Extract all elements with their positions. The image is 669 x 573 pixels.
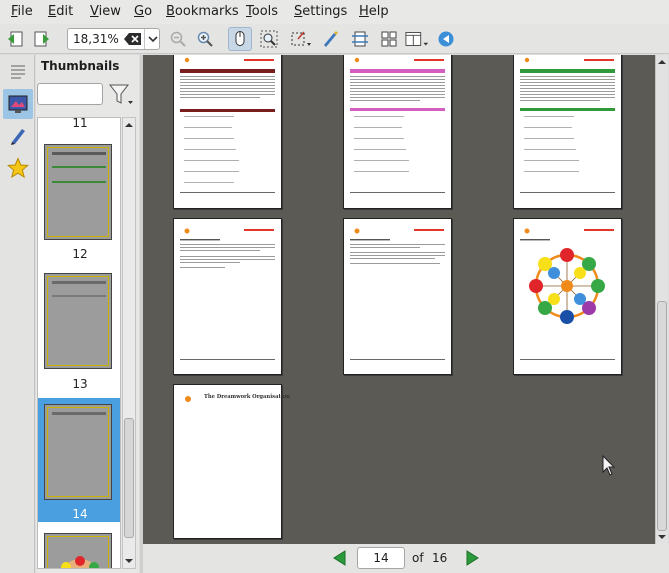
star-icon <box>7 157 29 179</box>
dreamwork-wheel-thumbnail <box>61 556 99 568</box>
selection-tool-icon <box>291 31 311 46</box>
presentation-icon <box>438 31 454 47</box>
total-pages-label: 16 <box>432 551 448 565</box>
scroll-down-icon[interactable] <box>656 532 668 542</box>
menu-view[interactable]: View <box>90 4 121 19</box>
thumbnails-panel: Thumbnails 11 12 13 14 <box>36 55 139 573</box>
document-page <box>173 218 282 375</box>
document-page <box>173 55 282 209</box>
previous-page-arrow-icon[interactable] <box>331 549 347 567</box>
table-of-contents-icon <box>11 65 25 79</box>
thumbnail-page-12[interactable] <box>44 144 112 240</box>
filter-button[interactable] <box>108 83 134 107</box>
thumbnail-label: 12 <box>72 247 88 261</box>
thumbnails-icon <box>8 95 28 113</box>
menu-edit[interactable]: Edit <box>48 4 73 19</box>
thumbnail-scrollbar[interactable] <box>122 117 136 569</box>
thumbnail-label: 13 <box>72 377 88 391</box>
thumbnail-page-15[interactable] <box>44 533 112 568</box>
of-label: of <box>412 551 424 565</box>
thumbnail-scroll-thumb[interactable] <box>124 418 134 538</box>
page-navigation-bar: 14 of 16 <box>143 544 669 573</box>
view-mode-button[interactable] <box>377 27 401 51</box>
page-layout-icon <box>405 32 429 46</box>
thumbnail-label-selected: 14 <box>72 507 88 521</box>
sidebar-tab-thumbnails[interactable] <box>3 89 33 119</box>
sidebar-tab-bar <box>0 55 35 573</box>
next-page-arrow-icon[interactable] <box>465 549 481 567</box>
zoom-in-button[interactable] <box>193 27 217 51</box>
text-selection-icon <box>324 31 338 47</box>
chevron-down-icon[interactable] <box>144 29 160 49</box>
presentation-button[interactable] <box>434 27 458 51</box>
thumbnail-label: 11 <box>72 117 88 130</box>
next-page-icon <box>34 31 49 47</box>
sidebar-tab-bookmarks[interactable] <box>3 153 33 183</box>
selection-tool-button[interactable] <box>289 27 313 51</box>
zoom-value[interactable]: 18,31% <box>73 32 119 46</box>
dreamwork-wheel-diagram <box>520 228 615 360</box>
previous-page-icon <box>8 31 23 47</box>
scroll-up-icon[interactable] <box>123 120 135 130</box>
filter-icon <box>108 84 133 104</box>
browse-tool-button[interactable] <box>228 27 252 51</box>
document-page: The Dreamwork Organisation <box>173 384 291 539</box>
thumbnail-page-14[interactable] <box>44 404 112 500</box>
thumbnail-list[interactable]: 11 12 13 14 <box>37 117 121 569</box>
zoom-out-button[interactable] <box>166 27 190 51</box>
mouse-cursor-icon <box>602 455 616 476</box>
sidebar-tab-reviews[interactable] <box>3 121 33 151</box>
document-page <box>513 55 622 209</box>
document-scrollbar[interactable] <box>655 55 668 544</box>
menu-help[interactable]: Help <box>359 4 389 19</box>
zoom-out-icon <box>170 31 186 47</box>
clear-icon[interactable] <box>123 31 143 47</box>
zoom-combobox[interactable]: 18,31% <box>67 28 160 50</box>
document-scroll-thumb[interactable] <box>657 301 667 531</box>
menu-bookmarks[interactable]: Bookmarks <box>166 4 239 19</box>
scroll-up-icon[interactable] <box>656 57 668 67</box>
trim-view-icon <box>352 31 368 47</box>
last-page-title: The Dreamwork Organisation <box>204 394 291 400</box>
toolbar: 18,31% <box>0 24 669 54</box>
thumbnail-page-13[interactable] <box>44 273 112 369</box>
view-mode-icon <box>381 31 397 47</box>
menu-settings[interactable]: Settings <box>294 4 347 19</box>
zoom-in-icon <box>197 31 213 47</box>
review-pen-icon <box>11 129 25 145</box>
page-content <box>180 57 275 193</box>
thumbnail-search-input[interactable] <box>37 83 103 105</box>
scroll-down-icon[interactable] <box>123 556 135 566</box>
page-layout-button[interactable] <box>405 27 429 51</box>
next-page-button[interactable] <box>30 27 54 51</box>
sidebar-tab-contents[interactable] <box>3 57 33 87</box>
zoom-tool-icon <box>260 30 278 48</box>
document-page <box>343 218 452 375</box>
document-page <box>513 218 622 375</box>
previous-page-button[interactable] <box>3 27 27 51</box>
menu-file[interactable]: File <box>11 4 33 19</box>
trim-view-button[interactable] <box>348 27 372 51</box>
current-page-input[interactable]: 14 <box>357 547 405 569</box>
document-page <box>343 55 452 209</box>
menu-bar: File Edit View Go Bookmarks Tools Settin… <box>0 0 669 24</box>
thumbnails-title: Thumbnails <box>41 59 120 73</box>
menu-go[interactable]: Go <box>134 4 152 19</box>
text-selection-button[interactable] <box>318 27 342 51</box>
document-view[interactable]: The Dreamwork Organisation <box>143 55 655 544</box>
zoom-tool-button[interactable] <box>257 27 281 51</box>
menu-tools[interactable]: Tools <box>246 4 278 19</box>
browse-tool-icon <box>235 31 245 46</box>
